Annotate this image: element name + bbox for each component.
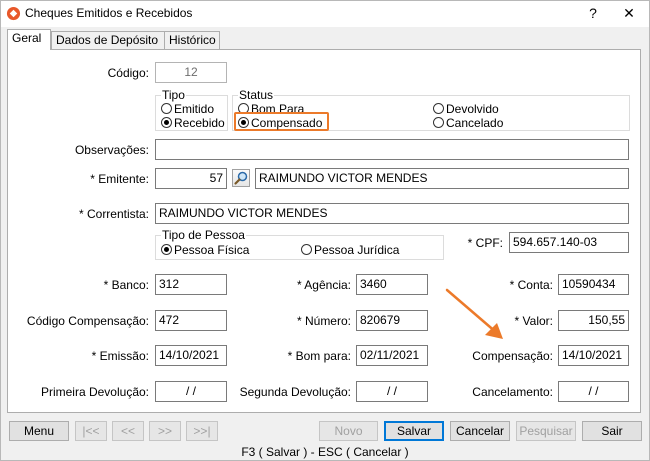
- radio-circle-icon: [161, 103, 172, 114]
- close-button[interactable]: ✕: [617, 3, 641, 23]
- emitente-label: * Emitente:: [90, 172, 149, 186]
- status-cancelado-radio[interactable]: Cancelado: [433, 116, 503, 130]
- first-record-button[interactable]: |<<: [75, 421, 107, 441]
- banco-field[interactable]: 312: [155, 274, 227, 295]
- codigo-compensacao-field[interactable]: 472: [155, 310, 227, 331]
- codigo-field: 12: [155, 62, 227, 83]
- status-devolvido-label: Devolvido: [446, 102, 499, 116]
- observacoes-label: Observações:: [74, 143, 149, 157]
- tab-dados-deposito[interactable]: Dados de Depósito: [51, 31, 165, 49]
- valor-field[interactable]: 150,55: [558, 310, 629, 331]
- correntista-field[interactable]: RAIMUNDO VICTOR MENDES: [155, 203, 629, 224]
- radio-selected-icon: [161, 244, 172, 255]
- cancelamento-label: Cancelamento:: [472, 385, 553, 399]
- observacoes-field[interactable]: [155, 139, 629, 160]
- bom-para-field[interactable]: 02/11/2021: [356, 345, 428, 366]
- app-icon: [6, 6, 21, 21]
- status-bar: F3 ( Salvar ) - ESC ( Cancelar ): [241, 445, 409, 459]
- banco-label: * Banco:: [103, 278, 149, 292]
- compensacao-field[interactable]: 14/10/2021: [558, 345, 629, 366]
- tipo-recebido-label: Recebido: [174, 116, 225, 130]
- window-title: Cheques Emitidos e Recebidos: [25, 6, 193, 20]
- status-compensado-radio[interactable]: Compensado: [238, 116, 322, 130]
- pessoa-fisica-radio[interactable]: Pessoa Física: [161, 243, 249, 257]
- annotation-arrow-icon: [445, 288, 503, 339]
- correntista-label: * Correntista:: [78, 207, 149, 221]
- pesquisar-button[interactable]: Pesquisar: [516, 421, 576, 441]
- status-group-title: Status: [238, 88, 275, 102]
- tipo-recebido-radio[interactable]: Recebido: [161, 116, 225, 130]
- radio-circle-icon: [433, 117, 444, 128]
- numero-label: * Número:: [296, 314, 351, 328]
- tipo-pessoa-group-title: Tipo de Pessoa: [161, 228, 246, 242]
- segunda-devolucao-field[interactable]: / /: [356, 381, 428, 402]
- cpf-label: * CPF:: [467, 236, 503, 250]
- primeira-devolucao-field[interactable]: / /: [155, 381, 227, 402]
- salvar-button[interactable]: Salvar: [384, 421, 444, 441]
- radio-circle-icon: [433, 103, 444, 114]
- last-record-button[interactable]: >>|: [186, 421, 218, 441]
- cancelamento-field[interactable]: / /: [558, 381, 629, 402]
- primeira-devolucao-label: Primeira Devolução:: [40, 385, 149, 399]
- pessoa-juridica-radio[interactable]: Pessoa Jurídica: [301, 243, 399, 257]
- codigo-compensacao-label: Código Compensação:: [26, 314, 149, 328]
- codigo-label: Código:: [107, 66, 149, 80]
- magnifier-icon: [234, 171, 248, 185]
- tab-historico[interactable]: Histórico: [164, 31, 220, 49]
- compensacao-label: Compensação:: [472, 349, 553, 363]
- radio-selected-icon: [238, 117, 249, 128]
- emissao-field[interactable]: 14/10/2021: [155, 345, 227, 366]
- radio-circle-icon: [301, 244, 312, 255]
- cpf-field[interactable]: 594.657.140-03: [509, 232, 629, 253]
- help-button[interactable]: ?: [581, 3, 605, 23]
- pessoa-juridica-label: Pessoa Jurídica: [314, 243, 400, 257]
- tipo-emitido-radio[interactable]: Emitido: [161, 102, 214, 116]
- sair-button[interactable]: Sair: [582, 421, 642, 441]
- emissao-label: * Emissão:: [91, 349, 149, 363]
- status-devolvido-radio[interactable]: Devolvido: [433, 102, 499, 116]
- agencia-field[interactable]: 3460: [356, 274, 428, 295]
- title-bar: Cheques Emitidos e Recebidos ? ✕: [1, 1, 649, 27]
- bom-para-label: * Bom para:: [287, 349, 351, 363]
- segunda-devolucao-label: Segunda Devolução:: [239, 385, 351, 399]
- agencia-label: * Agência:: [296, 278, 351, 292]
- numero-field[interactable]: 820679: [356, 310, 428, 331]
- status-compensado-label: Compensado: [251, 116, 323, 130]
- radio-selected-icon: [161, 117, 172, 128]
- next-record-button[interactable]: >>: [149, 421, 181, 441]
- conta-field[interactable]: 10590434: [558, 274, 629, 295]
- tipo-group-title: Tipo: [161, 88, 186, 102]
- emitente-name-field[interactable]: RAIMUNDO VICTOR MENDES: [255, 168, 629, 189]
- novo-button[interactable]: Novo: [319, 421, 378, 441]
- status-cancelado-label: Cancelado: [446, 116, 504, 130]
- cancelar-button[interactable]: Cancelar: [450, 421, 510, 441]
- emitente-code-field[interactable]: 57: [155, 168, 227, 189]
- cheques-window: Cheques Emitidos e Recebidos ? ✕ Geral D…: [0, 0, 650, 461]
- emitente-search-button[interactable]: [232, 169, 250, 187]
- pessoa-fisica-label: Pessoa Física: [174, 243, 250, 257]
- tipo-emitido-label: Emitido: [174, 102, 215, 116]
- menu-button[interactable]: Menu: [9, 421, 69, 441]
- tab-geral[interactable]: Geral: [7, 29, 51, 50]
- previous-record-button[interactable]: <<: [112, 421, 144, 441]
